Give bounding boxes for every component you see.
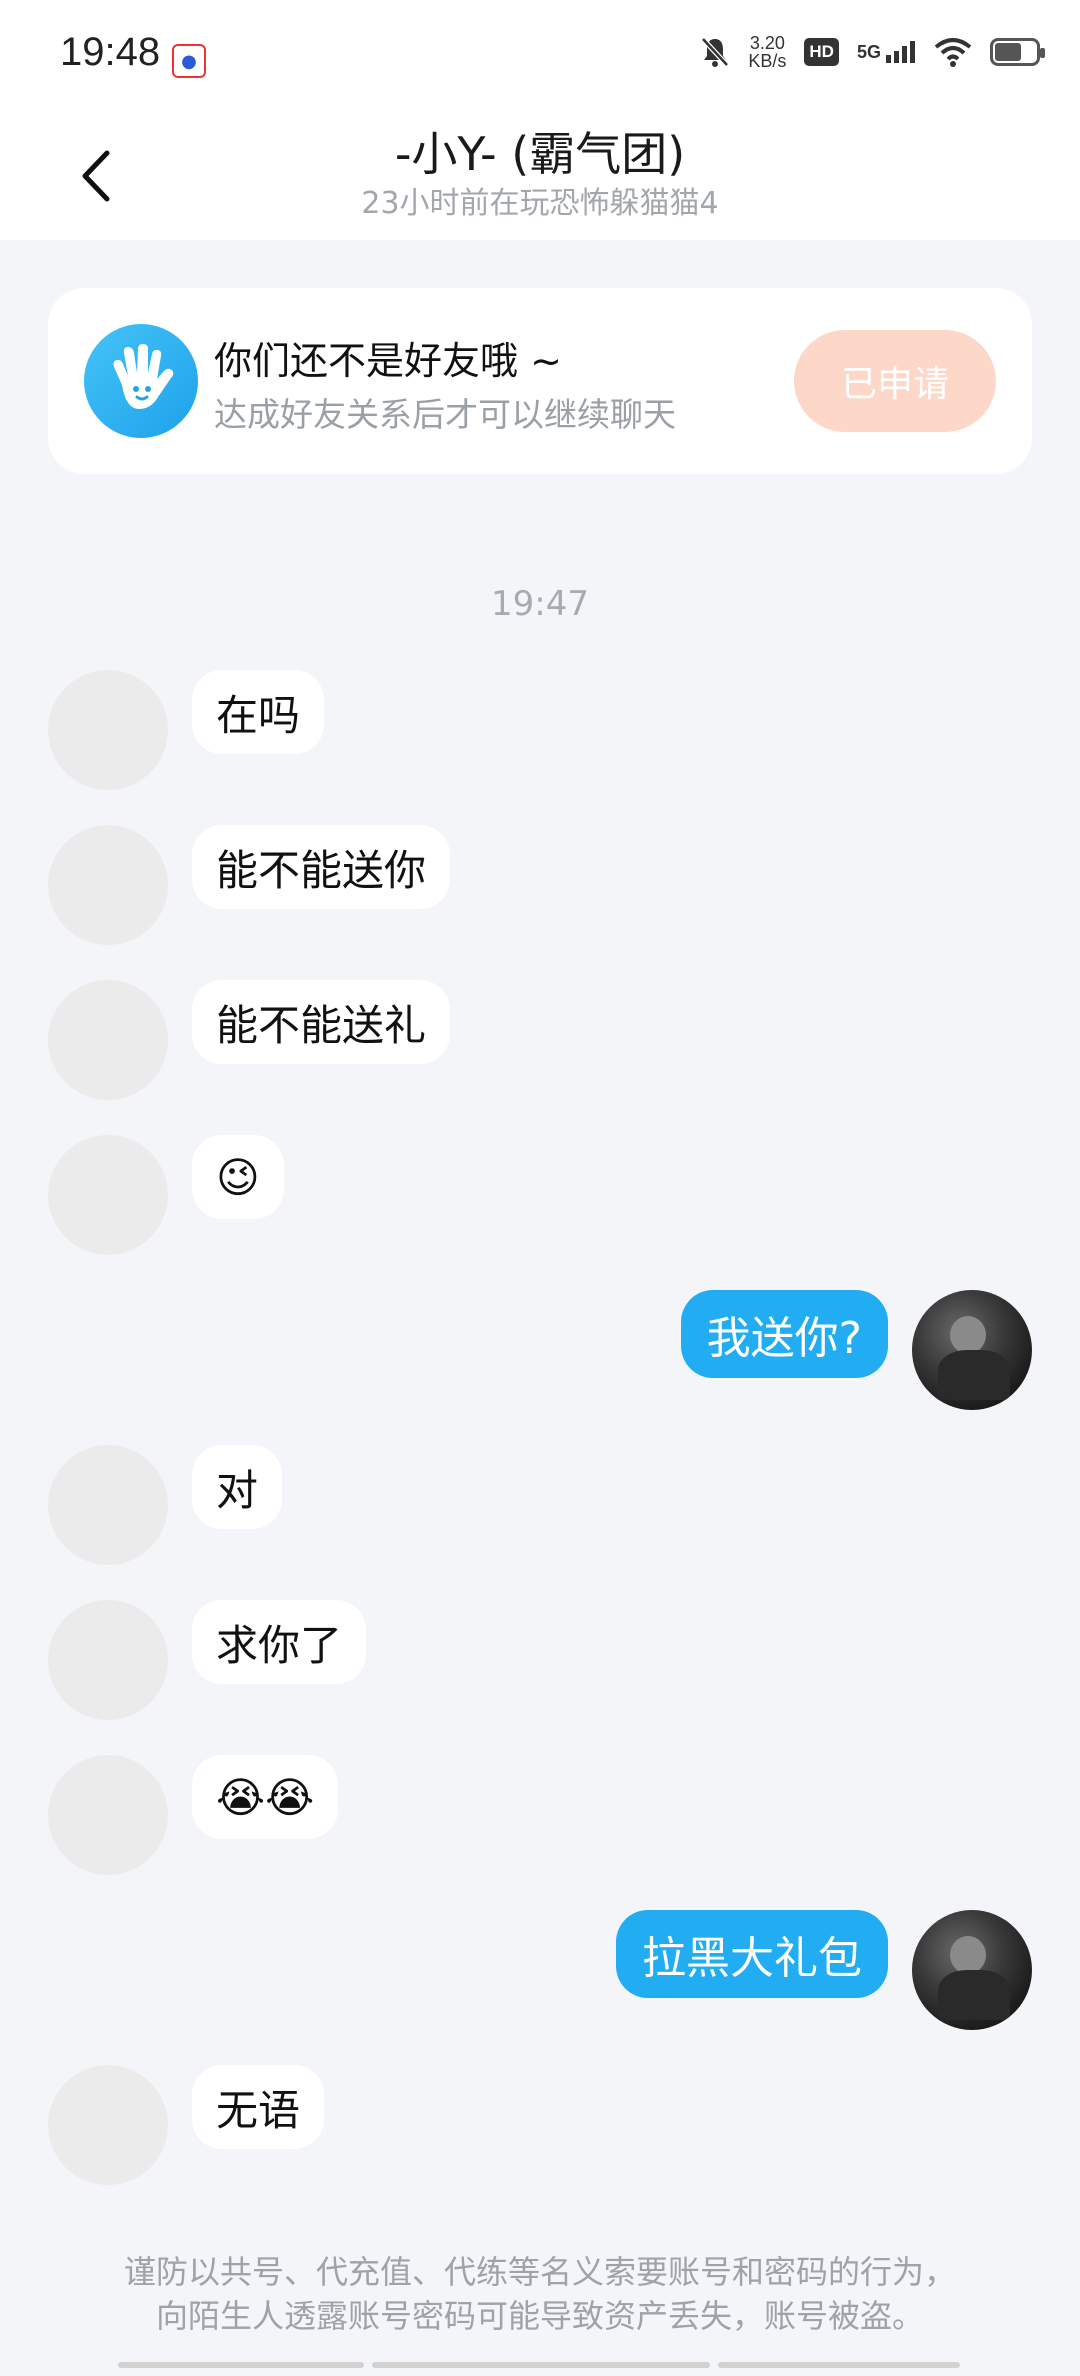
applied-button[interactable]: 已申请 bbox=[794, 330, 996, 432]
status-bar: 19:48 ● 3.20 KB/s HD 5G bbox=[0, 0, 1080, 110]
contact-avatar[interactable] bbox=[48, 670, 168, 790]
status-time: 19:48 bbox=[60, 30, 161, 74]
status-icons: 3.20 KB/s HD 5G bbox=[700, 33, 1045, 71]
mute-bell-icon bbox=[701, 37, 730, 67]
friend-notice-title: 你们还不是好友哦 ~ bbox=[214, 339, 562, 383]
message-bubble-self[interactable]: 拉黑大礼包 bbox=[616, 1910, 888, 1998]
contact-avatar[interactable] bbox=[48, 1445, 168, 1565]
friend-notice-card: 你们还不是好友哦 ~ 达成好友关系后才可以继续聊天 已申请 bbox=[48, 288, 1032, 474]
hand-icon bbox=[84, 324, 198, 438]
contact-avatar[interactable] bbox=[48, 825, 168, 945]
contact-avatar[interactable] bbox=[48, 1600, 168, 1720]
signal-icon: 5G bbox=[857, 41, 916, 63]
chat-title: -小Y- (霸气团) bbox=[394, 127, 686, 181]
self-avatar[interactable] bbox=[912, 1290, 1032, 1410]
message-bubble[interactable]: 😭😭 bbox=[192, 1755, 339, 1839]
message-bubble[interactable]: 能不能送你 bbox=[192, 825, 451, 909]
hd-icon: HD bbox=[804, 38, 839, 66]
self-avatar[interactable] bbox=[912, 1910, 1032, 2030]
message-bubble[interactable]: 无语 bbox=[192, 2065, 325, 2149]
chat-subtitle: 23小时前在玩恐怖躲猫猫4 bbox=[361, 186, 719, 221]
chat-header: -小Y- (霸气团) 23小时前在玩恐怖躲猫猫4 bbox=[0, 110, 1080, 240]
wifi-icon bbox=[934, 38, 972, 67]
message-bubble[interactable]: 对 bbox=[192, 1445, 283, 1529]
message-bubble[interactable]: 😉 bbox=[192, 1135, 284, 1219]
contact-avatar[interactable] bbox=[48, 980, 168, 1100]
friend-notice-desc: 达成好友关系后才可以继续聊天 bbox=[214, 395, 676, 434]
bottom-divider bbox=[118, 2362, 960, 2370]
network-speed: 3.20 KB/s bbox=[748, 33, 787, 71]
message-bubble[interactable]: 在吗 bbox=[192, 670, 325, 754]
message-bubble[interactable]: 能不能送礼 bbox=[192, 980, 451, 1064]
contact-avatar[interactable] bbox=[48, 1135, 168, 1255]
contact-avatar[interactable] bbox=[48, 1755, 168, 1875]
message-bubble-self[interactable]: 我送你? bbox=[680, 1290, 888, 1378]
time-separator: 19:47 bbox=[491, 584, 589, 624]
security-disclaimer: 谨防以共号、代充值、代练等名义索要账号和密码的行为， 向陌生人透露账号密码可能导… bbox=[123, 2253, 956, 2335]
app-notification-icon: ● bbox=[172, 44, 206, 78]
contact-avatar[interactable] bbox=[48, 2065, 168, 2185]
battery-icon bbox=[990, 38, 1045, 66]
message-bubble[interactable]: 求你了 bbox=[192, 1600, 367, 1684]
